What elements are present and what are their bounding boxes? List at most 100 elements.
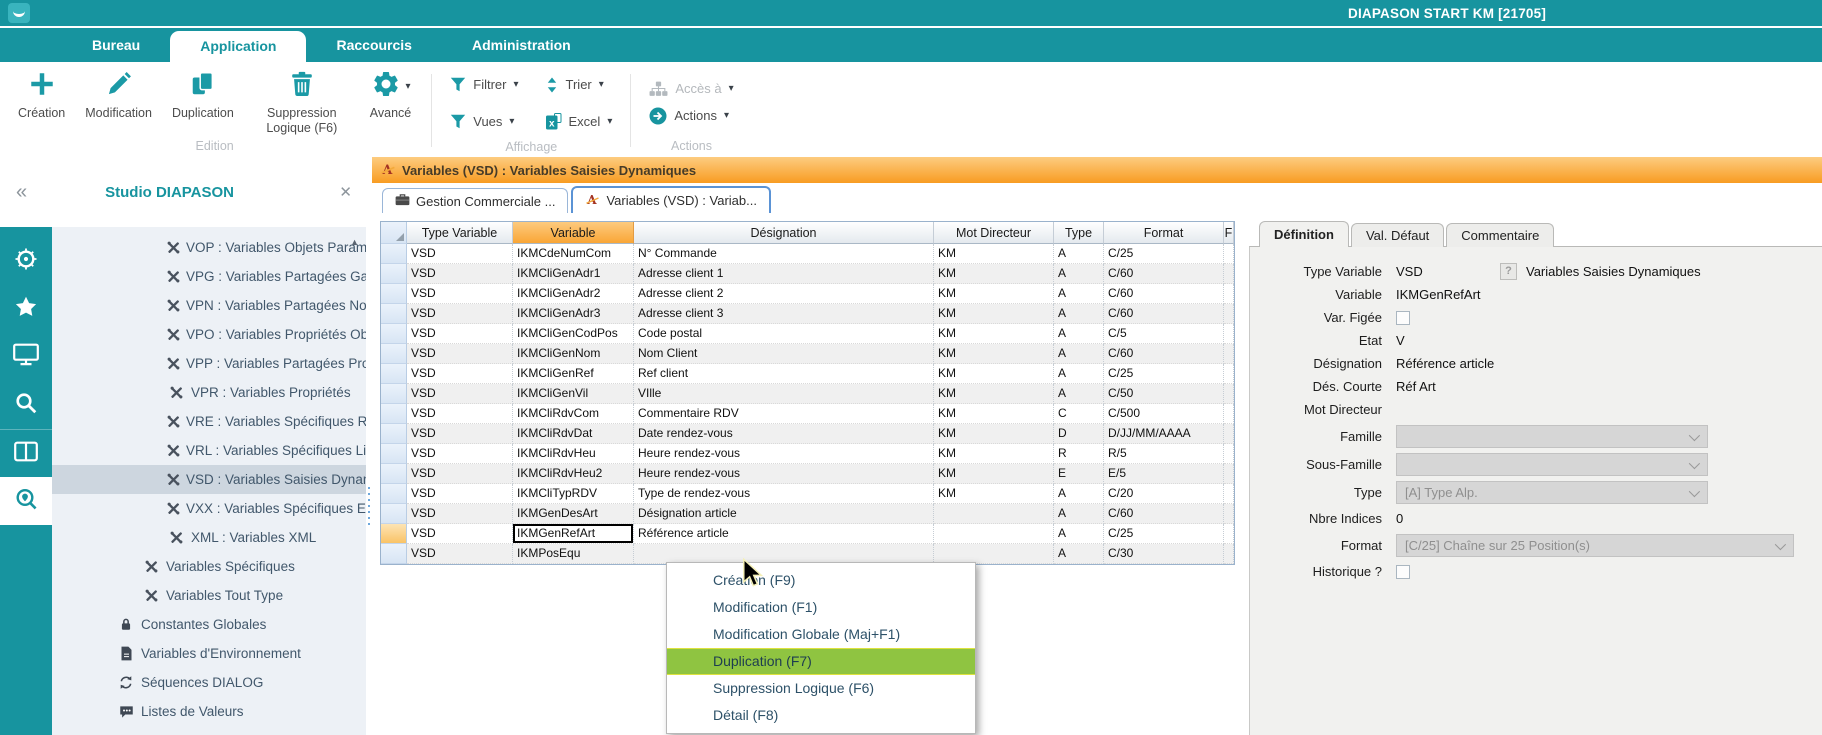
menu-tab-raccourcis[interactable]: Raccourcis: [306, 28, 441, 62]
table-cell[interactable]: D: [1054, 424, 1104, 444]
table-corner-cell[interactable]: [381, 222, 407, 244]
table-cell[interactable]: IKMCliRdvHeu2: [513, 464, 634, 484]
table-cell[interactable]: VSD: [407, 524, 513, 544]
table-cell[interactable]: R/5: [1104, 444, 1224, 464]
table-cell[interactable]: E: [1054, 464, 1104, 484]
table-cell[interactable]: Heure rendez-vous: [634, 444, 934, 464]
column-header-variable[interactable]: Variable: [513, 222, 634, 244]
row-selector[interactable]: [381, 464, 407, 484]
column-header-type-variable[interactable]: Type Variable: [407, 222, 513, 244]
table-cell[interactable]: KM: [934, 444, 1054, 464]
panel-splitter[interactable]: [366, 157, 372, 735]
row-selector[interactable]: [381, 544, 407, 564]
table-cell[interactable]: A: [1054, 384, 1104, 404]
table-cell[interactable]: KM: [934, 464, 1054, 484]
table-cell[interactable]: A: [1054, 324, 1104, 344]
trier-button[interactable]: Trier▾: [545, 66, 613, 103]
table-cell[interactable]: KM: [934, 424, 1054, 444]
filtrer-button[interactable]: Filtrer▾: [450, 66, 518, 103]
select-format[interactable]: [C/25] Chaîne sur 25 Position(s): [1396, 534, 1794, 557]
rail-item-columns[interactable]: [0, 429, 52, 477]
suppression-logique-f6-button[interactable]: Suppression Logique (F6): [246, 68, 358, 136]
menu-tab-application[interactable]: Application: [170, 31, 306, 62]
row-selector[interactable]: [381, 284, 407, 304]
column-header-d-signation[interactable]: Désignation: [634, 222, 934, 244]
table-cell[interactable]: [934, 524, 1054, 544]
row-selector[interactable]: [381, 344, 407, 364]
sidebar-item-s-quences-dialog[interactable]: Séquences DIALOG: [52, 668, 366, 697]
sidebar-item-vre-variables-sp-cifiques-reto[interactable]: VRE : Variables Spécifiques Reto: [52, 407, 366, 436]
table-cell[interactable]: IKMCliRdvCom: [513, 404, 634, 424]
table-cell[interactable]: VSD: [407, 324, 513, 344]
table-cell[interactable]: KM: [934, 264, 1054, 284]
tree-scrollbar-up-icon[interactable]: ▲: [350, 237, 359, 247]
row-selector[interactable]: [381, 244, 407, 264]
row-selector[interactable]: [381, 424, 407, 444]
column-header-type[interactable]: Type: [1054, 222, 1104, 244]
table-cell[interactable]: C/500: [1104, 404, 1224, 424]
table-cell[interactable]: VSD: [407, 424, 513, 444]
row-selector[interactable]: [381, 304, 407, 324]
close-sidebar-icon[interactable]: ✕: [339, 183, 352, 201]
table-cell[interactable]: A: [1054, 344, 1104, 364]
table-cell[interactable]: C/20: [1104, 484, 1224, 504]
table-cell[interactable]: A: [1054, 284, 1104, 304]
table-cell[interactable]: C/5: [1104, 324, 1224, 344]
context-menu-item-duplication-f7[interactable]: Duplication (F7): [667, 648, 975, 675]
column-header-format[interactable]: Format: [1104, 222, 1224, 244]
table-cell[interactable]: KM: [934, 384, 1054, 404]
context-menu-item-modification-globale-maj-f1[interactable]: Modification Globale (Maj+F1): [667, 621, 975, 648]
sidebar-item-vpr-variables-propri-t-s[interactable]: VPR : Variables Propriétés: [52, 378, 366, 407]
checkbox-historique[interactable]: [1396, 565, 1410, 579]
table-cell[interactable]: [934, 504, 1054, 524]
checkbox-var-fig-e[interactable]: [1396, 311, 1410, 325]
table-cell[interactable]: IKMGenRefArt: [513, 524, 634, 544]
row-selector[interactable]: [381, 264, 407, 284]
table-cell[interactable]: D/JJ/MM/AAAA: [1104, 424, 1224, 444]
rail-item-star[interactable]: [0, 285, 52, 333]
table-cell[interactable]: C/25: [1104, 364, 1224, 384]
table-cell[interactable]: IKMPosEqu: [513, 544, 634, 564]
table-cell[interactable]: KM: [934, 304, 1054, 324]
sidebar-item-variables-tout-type[interactable]: Variables Tout Type: [52, 581, 366, 610]
table-cell[interactable]: KM: [934, 404, 1054, 424]
row-selector[interactable]: [381, 484, 407, 504]
table-cell[interactable]: Adresse client 3: [634, 304, 934, 324]
table-cell[interactable]: KM: [934, 244, 1054, 264]
table-cell[interactable]: C/60: [1104, 344, 1224, 364]
sidebar-item-vpp-variables-partag-es-propri[interactable]: VPP : Variables Partagées Propri: [52, 349, 366, 378]
table-cell[interactable]: A: [1054, 544, 1104, 564]
table-cell[interactable]: IKMCdeNumCom: [513, 244, 634, 264]
sidebar-item-vpn-variables-partag-es-nom[interactable]: VPN : Variables Partagées Nom: [52, 291, 366, 320]
row-selector[interactable]: [381, 364, 407, 384]
table-cell[interactable]: A: [1054, 304, 1104, 324]
table-cell[interactable]: VSD: [407, 344, 513, 364]
actions-button[interactable]: Actions▾: [649, 107, 733, 125]
table-cell[interactable]: Adresse client 1: [634, 264, 934, 284]
sidebar-item-vrl-variables-sp-cifiques-lign[interactable]: VRL : Variables Spécifiques Lign: [52, 436, 366, 465]
document-tab-variables-vsd-variab[interactable]: AVariables (VSD) : Variab...: [571, 186, 771, 213]
rail-item-search[interactable]: [0, 381, 52, 429]
sidebar-item-vop-variables-objets-param-t[interactable]: VOP : Variables Objets Paramét: [52, 233, 366, 262]
sidebar-item-vsd-variables-saisies-dynamiq[interactable]: VSD : Variables Saisies Dynamiq: [52, 465, 366, 494]
table-cell[interactable]: VSD: [407, 484, 513, 504]
select-famille[interactable]: [1396, 425, 1708, 448]
context-menu-item-suppression-logique-f6[interactable]: Suppression Logique (F6): [667, 675, 975, 702]
table-cell[interactable]: KM: [934, 484, 1054, 504]
modification-button[interactable]: Modification: [77, 68, 160, 121]
detail-tab-commentaire[interactable]: Commentaire: [1446, 223, 1554, 247]
menu-tab-bureau[interactable]: Bureau: [62, 28, 170, 62]
table-cell[interactable]: VSD: [407, 304, 513, 324]
collapse-sidebar-icon[interactable]: «: [16, 181, 27, 204]
table-cell[interactable]: Date rendez-vous: [634, 424, 934, 444]
table-cell[interactable]: VSD: [407, 444, 513, 464]
table-cell[interactable]: IKMCliRdvDat: [513, 424, 634, 444]
table-cell[interactable]: A: [1054, 364, 1104, 384]
rail-item-monitor[interactable]: [0, 333, 52, 381]
table-cell[interactable]: VSD: [407, 404, 513, 424]
table-cell[interactable]: Désignation article: [634, 504, 934, 524]
table-cell[interactable]: Référence article: [634, 524, 934, 544]
table-cell[interactable]: Commentaire RDV: [634, 404, 934, 424]
table-cell[interactable]: KM: [934, 344, 1054, 364]
table-cell[interactable]: VSD: [407, 264, 513, 284]
